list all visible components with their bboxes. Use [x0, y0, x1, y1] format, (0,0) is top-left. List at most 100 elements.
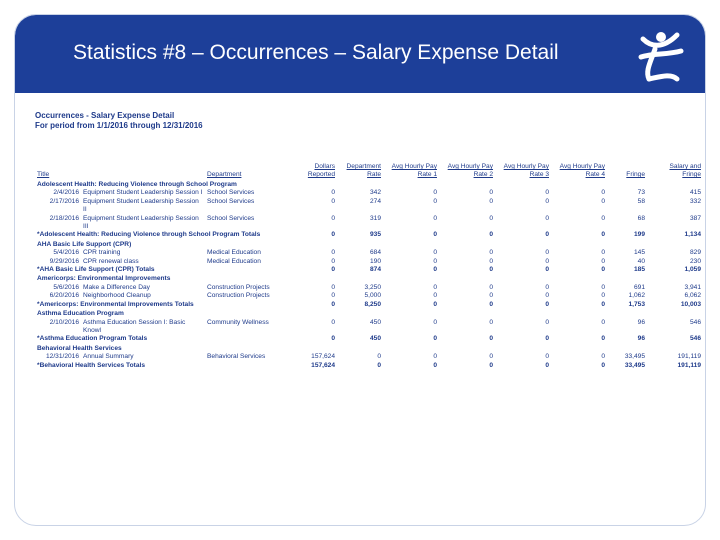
row-date: 9/29/2016 — [49, 257, 79, 265]
cell-salary-and-fringe: 332 — [689, 197, 701, 205]
cell-pay-rate-3: 0 — [545, 231, 549, 239]
cell-pay-rate-2: 0 — [489, 189, 493, 197]
cell-pay-rate-1: 0 — [433, 189, 437, 197]
cell-department-rate: 874 — [369, 266, 381, 274]
cell-dollars-reported: 0 — [331, 335, 335, 343]
row-date: 2/18/2016 — [49, 214, 79, 222]
report-period: For period from 1/1/2016 through 12/31/2… — [35, 121, 203, 130]
cell-dollars-reported: 0 — [331, 300, 335, 308]
cell-department-rate: 935 — [369, 231, 381, 239]
salary-expense-table: Title Department Dollars Reported Depart… — [35, 157, 703, 370]
cell-pay-rate-3: 0 — [545, 318, 549, 326]
cell-pay-rate-1: 0 — [433, 361, 437, 369]
cell-pay-rate-2: 0 — [489, 292, 493, 300]
cell-salary-and-fringe: 546 — [689, 335, 701, 343]
slide-title: Statistics #8 – Occurrences – Salary Exp… — [73, 41, 559, 64]
cell-salary-and-fringe: 191,119 — [677, 361, 701, 369]
group-label: Americorps: Environmental Improvements — [37, 275, 171, 283]
cell-pay-rate-1: 0 — [433, 197, 437, 205]
cell-pay-rate-2: 0 — [489, 231, 493, 239]
table-row: 2/4/2016 Equipment Student Leadership Ses… — [35, 189, 703, 197]
col-salary-and-fringe: Salary and Fringe — [669, 163, 701, 178]
cell-pay-rate-4: 0 — [601, 214, 605, 222]
cell-dollars-reported: 0 — [331, 231, 335, 239]
cell-dollars-reported: 0 — [331, 318, 335, 326]
cell-pay-rate-1: 0 — [433, 353, 437, 361]
cell-fringe: 199 — [633, 231, 645, 239]
cell-dollars-reported: 0 — [331, 197, 335, 205]
cell-pay-rate-4: 0 — [601, 318, 605, 326]
cell-pay-rate-2: 0 — [489, 353, 493, 361]
cell-pay-rate-2: 0 — [489, 249, 493, 257]
group-total-row: *Adolescent Health: Reducing Violence th… — [35, 231, 703, 239]
cell-fringe: 96 — [637, 318, 645, 326]
table-row: 6/20/2016 Neighborhood Cleanup Constructio… — [35, 292, 703, 300]
cell-pay-rate-4: 0 — [601, 353, 605, 361]
total-label: *AHA Basic Life Support (CPR) Totals — [37, 266, 155, 274]
cell-pay-rate-2: 0 — [489, 266, 493, 274]
cell-fringe: 691 — [633, 283, 645, 291]
cell-department-rate: 190 — [369, 257, 381, 265]
cell-pay-rate-3: 0 — [545, 197, 549, 205]
cell-salary-and-fringe: 415 — [689, 189, 701, 197]
total-label: *Behavioral Health Services Totals — [37, 361, 145, 369]
cell-pay-rate-3: 0 — [545, 257, 549, 265]
cell-dollars-reported: 0 — [331, 249, 335, 257]
cell-dollars-reported: 0 — [331, 189, 335, 197]
row-title: Neighborhood Cleanup — [83, 292, 151, 300]
cell-dollars-reported: 0 — [331, 283, 335, 291]
cell-pay-rate-2: 0 — [489, 214, 493, 222]
cell-department-rate: 450 — [369, 335, 381, 343]
col-pay-rate-4: Avg Hourly Pay Rate 4 — [559, 163, 605, 178]
row-department: Community Wellness — [207, 318, 269, 326]
cell-pay-rate-4: 0 — [601, 266, 605, 274]
group-label: AHA Basic Life Support (CPR) — [37, 240, 132, 248]
row-department: Medical Education — [207, 249, 261, 257]
row-title: Annual Summary — [83, 353, 134, 361]
cell-dollars-reported: 0 — [331, 257, 335, 265]
group-header-row: AHA Basic Life Support (CPR) — [35, 240, 703, 249]
cell-pay-rate-2: 0 — [489, 257, 493, 265]
group-header-row: Behavioral Health Services — [35, 344, 703, 353]
row-title: Equipment Student Leadership Session III — [83, 214, 199, 231]
cell-fringe: 1,753 — [628, 300, 645, 308]
table-row: 5/4/2016 CPR training Medical Education 0 68… — [35, 249, 703, 257]
row-date: 5/6/2016 — [53, 283, 79, 291]
cell-pay-rate-4: 0 — [601, 197, 605, 205]
cell-salary-and-fringe: 546 — [689, 318, 701, 326]
cell-pay-rate-2: 0 — [489, 283, 493, 291]
cell-pay-rate-1: 0 — [433, 249, 437, 257]
cell-pay-rate-2: 0 — [489, 318, 493, 326]
row-date: 2/10/2016 — [49, 318, 79, 326]
cell-pay-rate-3: 0 — [545, 292, 549, 300]
row-department: School Services — [207, 214, 255, 222]
cell-pay-rate-1: 0 — [433, 300, 437, 308]
group-header-row: Americorps: Environmental Improvements — [35, 274, 703, 283]
cell-pay-rate-4: 0 — [601, 257, 605, 265]
table-row: 9/29/2016 CPR renewal class Medical Educat… — [35, 258, 703, 266]
total-label: *Americorps: Environmental Improvements … — [37, 300, 194, 308]
cell-dollars-reported: 0 — [331, 292, 335, 300]
row-department: School Services — [207, 197, 255, 205]
col-pay-rate-3: Avg Hourly Pay Rate 3 — [503, 163, 549, 178]
cell-pay-rate-2: 0 — [489, 300, 493, 308]
cell-pay-rate-4: 0 — [601, 292, 605, 300]
cell-pay-rate-1: 0 — [433, 214, 437, 222]
cell-pay-rate-4: 0 — [601, 231, 605, 239]
row-date: 12/31/2016 — [45, 353, 79, 361]
cell-department-rate: 0 — [377, 361, 381, 369]
group-total-row: *Asthma Education Program Totals 0 450 0 0 0 0… — [35, 335, 703, 343]
group-label: Behavioral Health Services — [37, 344, 122, 352]
col-department: Department — [207, 171, 242, 178]
cell-fringe: 96 — [637, 335, 645, 343]
cell-pay-rate-4: 0 — [601, 335, 605, 343]
table-row: 12/31/2016 Annual Summary Behavioral Servi… — [35, 353, 703, 361]
report: Occurrences - Salary Expense Detail For … — [35, 111, 705, 481]
group-header-row: Adolescent Health: Reducing Violence thr… — [35, 180, 703, 189]
col-pay-rate-1: Avg Hourly Pay Rate 1 — [391, 163, 437, 178]
cell-pay-rate-4: 0 — [601, 361, 605, 369]
group-total-row: *AHA Basic Life Support (CPR) Totals 0 874… — [35, 266, 703, 274]
cell-fringe: 33,495 — [624, 353, 645, 361]
cell-salary-and-fringe: 1,059 — [684, 266, 701, 274]
cell-department-rate: 0 — [377, 353, 381, 361]
